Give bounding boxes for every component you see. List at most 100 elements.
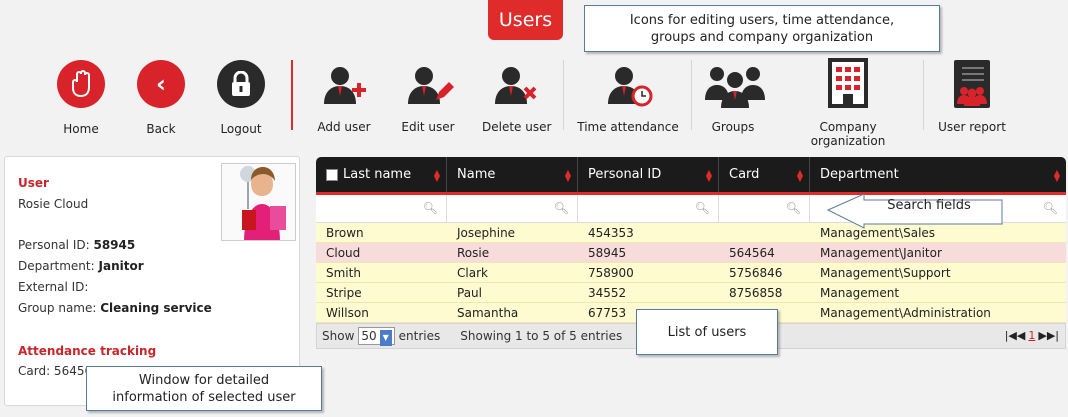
cell-personal-id: 758900 bbox=[588, 266, 634, 280]
sort-icon: ▲ ▼ bbox=[705, 168, 712, 183]
search-input-name[interactable]: 🔍︎ bbox=[447, 195, 578, 222]
search-input-last-name[interactable]: 🔍︎ bbox=[316, 195, 447, 222]
entries-label: entries bbox=[398, 329, 441, 343]
search-input-personal-id[interactable]: 🔍︎ bbox=[578, 195, 719, 222]
page-size-select[interactable]: 50 ▼ bbox=[358, 327, 395, 346]
table-row[interactable]: Smith Clark 758900 5756846 Management\Suppor… bbox=[316, 263, 1066, 283]
callout-icons: Icons for editing users, time attendance… bbox=[584, 5, 940, 52]
hand-icon bbox=[53, 60, 109, 116]
cell-department: Management\Janitor bbox=[820, 246, 942, 260]
groups-icon bbox=[705, 58, 765, 114]
group-row: Group name: Cleaning service bbox=[18, 301, 212, 315]
cell-last-name: Smith bbox=[326, 266, 361, 280]
chevron-down-icon: ▼ bbox=[379, 330, 392, 346]
search-icon: 🔍︎ bbox=[1042, 201, 1058, 215]
select-all-checkbox[interactable] bbox=[326, 168, 338, 181]
user-photo bbox=[221, 163, 296, 241]
user-heading: User bbox=[18, 176, 49, 190]
table-row[interactable]: Cloud Rosie 58945 564564 Management\Janitor bbox=[316, 243, 1066, 263]
external-id-row: External ID: bbox=[18, 280, 89, 294]
col-department[interactable]: Department ▲ ▼ bbox=[810, 157, 1066, 192]
building-icon bbox=[820, 58, 876, 114]
col-last-name[interactable]: Last name ▲ ▼ bbox=[316, 157, 447, 192]
cell-card: 5756846 bbox=[729, 266, 783, 280]
edit-user-icon bbox=[400, 58, 456, 114]
search-icon: 🔍︎ bbox=[694, 201, 710, 215]
cell-card: 564564 bbox=[729, 246, 775, 260]
cell-personal-id: 454353 bbox=[588, 226, 634, 240]
search-icon: 🔍︎ bbox=[553, 201, 569, 215]
add-user-label: Add user bbox=[317, 120, 371, 134]
cell-department: Management\Support bbox=[820, 266, 951, 280]
company-organization-button[interactable]: Company organization bbox=[806, 58, 890, 148]
page-number[interactable]: 1 bbox=[1028, 329, 1035, 342]
groups-label: Groups bbox=[711, 120, 755, 134]
callout-search: Search fields bbox=[887, 198, 971, 213]
col-card[interactable]: Card ▲ ▼ bbox=[719, 157, 810, 192]
callout-window: Window for detailed information of select… bbox=[86, 366, 322, 411]
edit-user-label: Edit user bbox=[401, 120, 455, 134]
showing-info: Showing 1 to 5 of 5 entries bbox=[460, 329, 623, 343]
cell-department: Management\Administration bbox=[820, 306, 991, 320]
cell-personal-id: 34552 bbox=[588, 286, 627, 300]
delete-user-button[interactable]: Delete user bbox=[482, 58, 552, 134]
sort-icon: ▲ ▼ bbox=[1053, 168, 1060, 183]
col-name[interactable]: Name ▲ ▼ bbox=[447, 157, 578, 192]
search-icon: 🔍︎ bbox=[422, 201, 438, 215]
cell-card bbox=[719, 223, 810, 242]
lock-icon bbox=[213, 60, 269, 116]
logout-button[interactable]: Logout bbox=[212, 58, 270, 136]
time-attendance-label: Time attendance bbox=[577, 120, 679, 134]
table-row[interactable]: Stripe Paul 34552 8756858 Management bbox=[316, 283, 1066, 303]
cell-card: 8756858 bbox=[729, 286, 783, 300]
col-personal-id[interactable]: Personal ID ▲ ▼ bbox=[578, 157, 719, 192]
cell-name: Josephine bbox=[457, 226, 516, 240]
table-header: Last name ▲ ▼ Name ▲ ▼ Personal ID ▲ ▼ Card ▲ ▼ … bbox=[316, 157, 1066, 195]
sort-icon: ▲ ▼ bbox=[433, 168, 440, 183]
time-attendance-button[interactable]: Time attendance bbox=[576, 58, 680, 134]
user-name: Rosie Cloud bbox=[18, 197, 89, 211]
pagination: |◀◀ 1 ▶▶| bbox=[1005, 329, 1059, 342]
cell-last-name: Willson bbox=[326, 306, 369, 320]
cell-last-name: Brown bbox=[326, 226, 364, 240]
first-page-icon[interactable]: |◀ bbox=[1005, 329, 1017, 342]
cell-name: Paul bbox=[457, 286, 482, 300]
next-page-icon[interactable]: ▶ bbox=[1038, 329, 1046, 342]
home-label: Home bbox=[63, 122, 99, 136]
logout-label: Logout bbox=[220, 122, 262, 136]
groups-button[interactable]: Groups bbox=[702, 58, 765, 134]
card-row: Card: 56456 bbox=[18, 364, 93, 378]
search-input-card[interactable]: 🔍︎ bbox=[719, 195, 810, 222]
cell-name: Samantha bbox=[457, 306, 519, 320]
show-label: Show bbox=[322, 329, 355, 343]
home-button[interactable]: Home bbox=[52, 58, 110, 136]
cell-department: Management bbox=[820, 286, 900, 300]
cell-personal-id: 58945 bbox=[588, 246, 627, 260]
add-user-button[interactable]: Add user bbox=[312, 58, 376, 134]
sort-icon: ▲ ▼ bbox=[564, 168, 571, 183]
company-organization-label: Company organization bbox=[810, 120, 886, 148]
cell-name: Rosie bbox=[457, 246, 490, 260]
back-button[interactable]: ‹ Back bbox=[132, 58, 190, 136]
page-title: Users bbox=[488, 0, 563, 40]
cell-last-name: Stripe bbox=[326, 286, 362, 300]
chevron-left-icon: ‹ bbox=[133, 60, 189, 116]
user-report-button[interactable]: User report bbox=[936, 58, 1008, 134]
department-row: Department: Janitor bbox=[18, 259, 144, 273]
search-icon: 🔍︎ bbox=[785, 201, 801, 215]
edit-user-button[interactable]: Edit user bbox=[396, 58, 460, 134]
last-page-icon[interactable]: ▶| bbox=[1047, 329, 1059, 342]
delete-user-label: Delete user bbox=[482, 120, 552, 134]
back-label: Back bbox=[146, 122, 176, 136]
report-icon bbox=[944, 58, 1000, 114]
prev-page-icon[interactable]: ◀ bbox=[1017, 329, 1025, 342]
sort-icon: ▲ ▼ bbox=[796, 168, 803, 183]
cell-last-name: Cloud bbox=[326, 246, 361, 260]
time-attendance-icon bbox=[600, 58, 656, 114]
callout-list: List of users bbox=[636, 309, 778, 355]
cell-name: Clark bbox=[457, 266, 488, 280]
user-report-label: User report bbox=[938, 120, 1006, 134]
delete-user-icon bbox=[487, 58, 543, 114]
personal-id-row: Personal ID: 58945 bbox=[18, 238, 136, 252]
attendance-heading: Attendance tracking bbox=[18, 344, 157, 358]
